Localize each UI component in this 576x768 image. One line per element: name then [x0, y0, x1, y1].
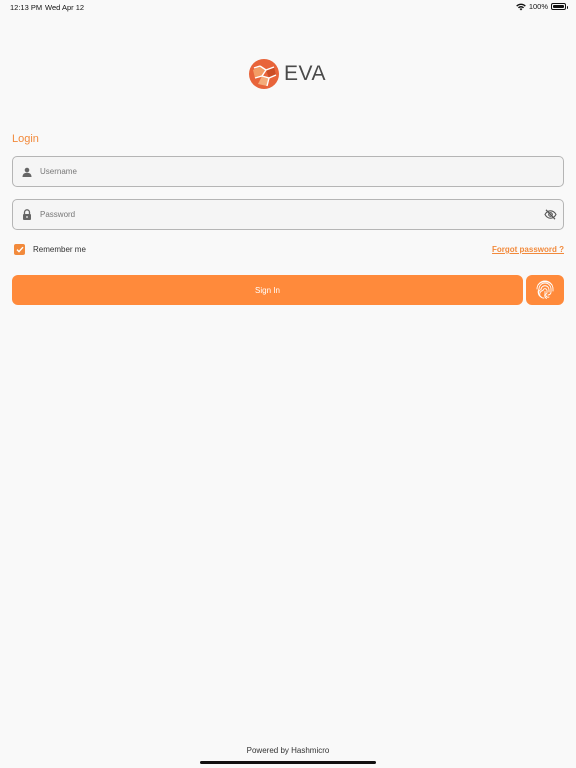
password-field[interactable]	[12, 199, 564, 230]
battery-icon	[551, 3, 568, 10]
fingerprint-icon	[536, 280, 554, 299]
battery-percent: 100%	[528, 2, 548, 11]
remember-label: Remember me	[33, 245, 86, 254]
eva-logo-icon	[248, 58, 280, 90]
fingerprint-button[interactable]	[526, 275, 564, 305]
username-input[interactable]	[40, 167, 563, 176]
login-title: Login	[12, 133, 39, 145]
password-input[interactable]	[40, 210, 537, 219]
wifi-icon	[516, 3, 526, 11]
eye-off-icon[interactable]	[537, 209, 563, 220]
status-bar: 12:13 PM Wed Apr 12 100%	[0, 0, 576, 14]
lock-icon	[14, 209, 40, 220]
sign-in-button[interactable]: Sign In	[12, 275, 523, 305]
status-date: Wed Apr 12	[45, 3, 85, 12]
checkmark-icon	[16, 246, 24, 253]
logo-text: EVA	[284, 62, 326, 85]
person-icon	[14, 167, 40, 177]
status-indicators: 100%	[516, 2, 568, 11]
status-time: 12:13 PM	[10, 3, 43, 12]
username-field[interactable]	[12, 156, 564, 187]
remember-me[interactable]: Remember me	[14, 244, 86, 255]
battery-fill	[553, 5, 564, 8]
powered-by: Powered by Hashmicro	[246, 746, 330, 755]
remember-checkbox[interactable]	[14, 244, 25, 255]
forgot-password-link[interactable]: Forgot password ?	[492, 245, 564, 254]
home-indicator[interactable]	[200, 761, 376, 764]
app-logo: EVA	[248, 58, 326, 90]
